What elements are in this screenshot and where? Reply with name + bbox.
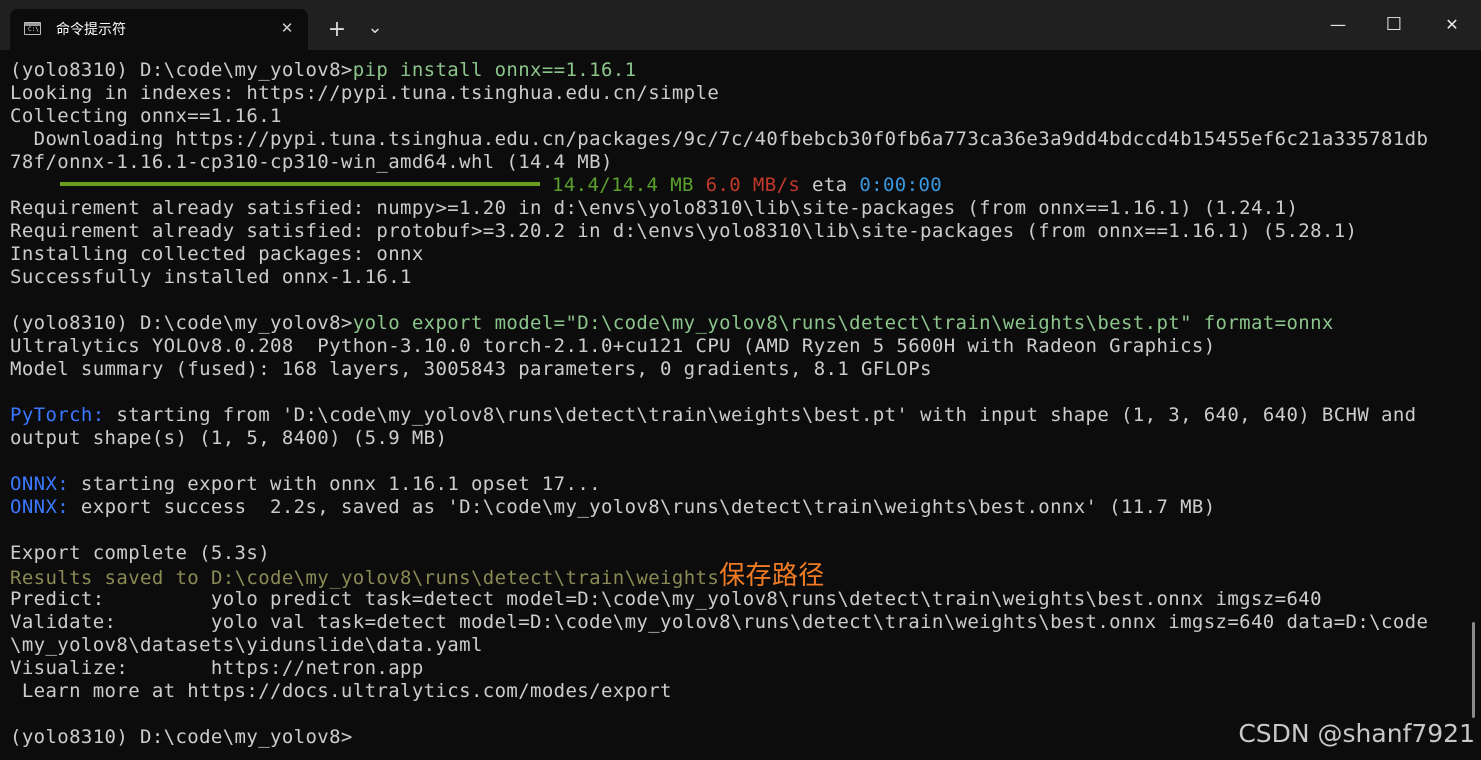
terminal-line: Downloading https://pypi.tuna.tsinghua.e… [10,128,1429,150]
tab-close-icon[interactable]: ✕ [276,17,298,39]
terminal-output[interactable]: (yolo8310) D:\code\my_yolov8>pip install… [10,59,1470,749]
chevron-down-icon[interactable]: ⌄ [362,17,388,43]
terminal-line: \my_yolov8\datasets\yidunslide\data.yaml [10,634,483,656]
download-size: 14.4/14.4 MB [552,174,694,196]
results-line: Results saved to D:\code\my_yolov8\runs\… [10,563,1470,589]
line-text: starting export with onnx 1.16.1 opset 1… [69,473,601,495]
terminal-line: Learn more at https://docs.ultralytics.c… [10,680,672,702]
terminal-line: (yolo8310) D:\code\my_yolov8>yolo export… [10,312,1470,335]
results-path: D:\code\my_yolov8\runs\detect\train\weig… [210,567,720,589]
title-bar: C:\ 命令提示符 ✕ + ⌄ — ☐ ✕ [0,0,1481,50]
line-text: export success 2.2s, saved as 'D:\code\m… [69,496,1216,518]
terminal-line: Predict: yolo predict task=detect model=… [10,588,1322,610]
download-progress-line: 14.4/14.4 MB 6.0 MB/s eta 0:00:00 [10,174,1470,197]
cmd-icon-glyph: C:\ [28,26,39,33]
prompt: (yolo8310) D:\code\my_yolov8> [10,726,353,748]
terminal-line: Ultralytics YOLOv8.0.208 Python-3.10.0 t… [10,335,1216,357]
terminal-line: ONNX: starting export with onnx 1.16.1 o… [10,473,1470,496]
line-text: starting from 'D:\code\my_yolov8\runs\de… [104,404,1417,426]
tab-command-prompt[interactable]: C:\ 命令提示符 ✕ [10,9,308,50]
onnx-label: ONNX: [10,473,70,495]
prompt: (yolo8310) D:\code\my_yolov8> [10,312,353,334]
download-speed: 6.0 MB/s [705,174,801,196]
terminal-line: 78f/onnx-1.16.1-cp310-cp310-win_amd64.wh… [10,151,613,173]
tab-title: 命令提示符 [56,22,126,38]
terminal-line: Validate: yolo val task=detect model=D:\… [10,611,1429,633]
scrollbar[interactable] [1472,622,1475,718]
new-tab-button[interactable]: + [324,17,350,43]
terminal-line: Requirement already satisfied: numpy>=1.… [10,197,1299,219]
command: pip install onnx==1.16.1 [352,59,637,81]
results-label: Results saved to [10,567,211,589]
save-path-annotation: 保存路径 [719,561,825,591]
eta-label: eta [812,174,848,196]
terminal-line: Installing collected packages: onnx [10,243,424,265]
onnx-label: ONNX: [10,496,70,518]
close-button[interactable]: ✕ [1429,8,1475,42]
pytorch-label: PyTorch: [10,404,105,426]
terminal-line: Model summary (fused): 168 layers, 30058… [10,358,932,380]
terminal-line: Collecting onnx==1.16.1 [10,105,282,127]
minimize-button[interactable]: — [1315,8,1361,42]
terminal-line: Successfully installed onnx-1.16.1 [10,266,412,288]
watermark: CSDN @shanf7921 [1238,719,1475,748]
terminal-line: PyTorch: starting from 'D:\code\my_yolov… [10,404,1470,427]
progress-bar [60,181,540,186]
terminal-line: Requirement already satisfied: protobuf>… [10,220,1358,242]
terminal-line: Looking in indexes: https://pypi.tuna.ts… [10,82,720,104]
prompt: (yolo8310) D:\code\my_yolov8> [10,59,353,81]
maximize-button[interactable]: ☐ [1371,8,1417,42]
terminal-line: ONNX: export success 2.2s, saved as 'D:\… [10,496,1470,519]
terminal-line: output shape(s) (1, 5, 8400) (5.9 MB) [10,427,448,449]
terminal-line: Visualize: https://netron.app [10,657,424,679]
cmd-icon: C:\ [24,22,41,35]
terminal-line: (yolo8310) D:\code\my_yolov8>pip install… [10,59,1470,82]
eta-value: 0:00:00 [859,174,943,196]
command: yolo export model="D:\code\my_yolov8\run… [352,312,1334,334]
